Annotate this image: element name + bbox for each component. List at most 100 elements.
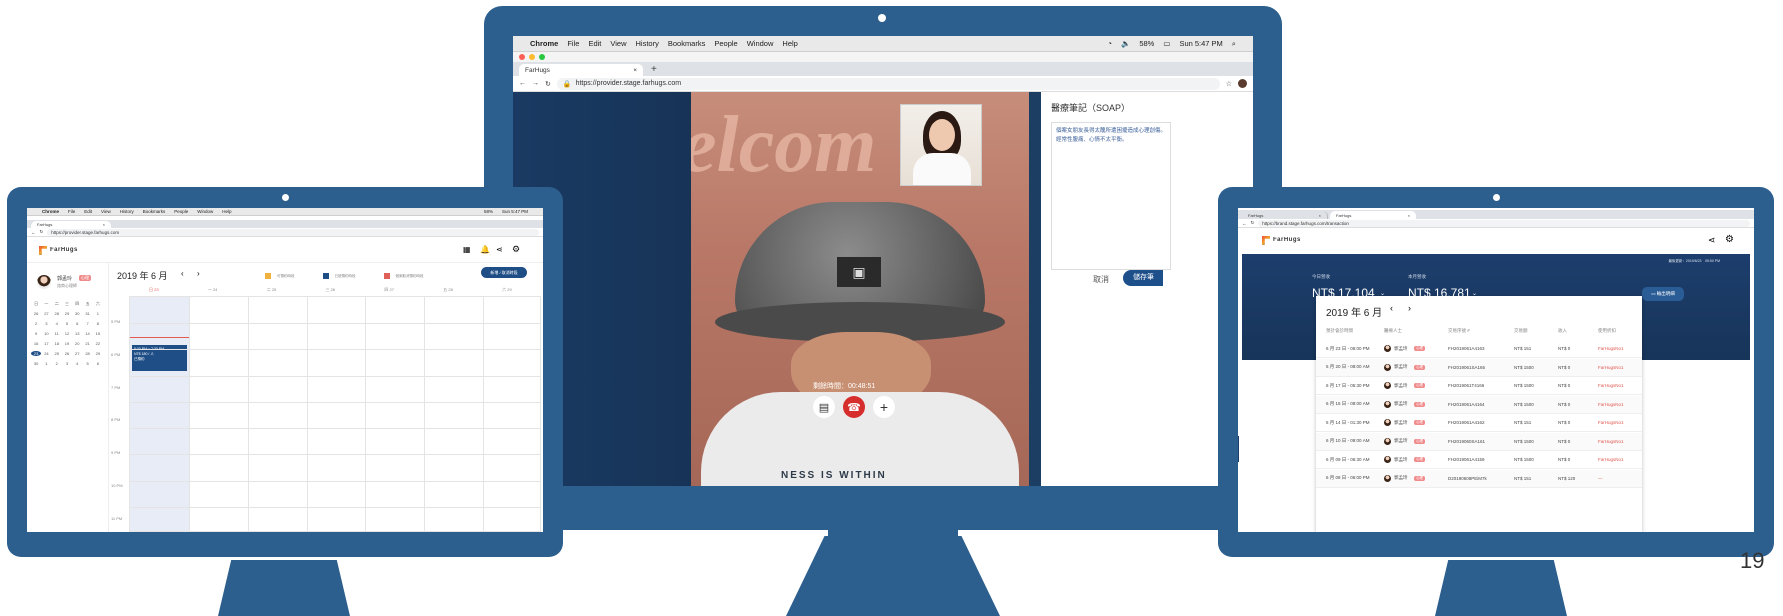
mini-calendar-day[interactable]: 21: [82, 341, 92, 346]
back-icon[interactable]: ←: [1242, 221, 1247, 226]
mini-calendar-day[interactable]: 27: [41, 311, 51, 316]
mini-calendar-day[interactable]: 13: [72, 331, 82, 336]
menu-bookmarks[interactable]: Bookmarks: [668, 39, 706, 48]
reload-icon[interactable]: ↻: [1251, 220, 1255, 226]
mini-calendar-day[interactable]: 4: [72, 361, 82, 366]
mini-calendar-day[interactable]: 30: [72, 311, 82, 316]
add-button[interactable]: +: [873, 396, 895, 418]
mini-calendar-day[interactable]: 6: [72, 321, 82, 326]
mini-calendar-day[interactable]: 29: [62, 311, 72, 316]
gear-icon[interactable]: ⚙: [512, 244, 520, 255]
mini-calendar-day[interactable]: 2: [31, 321, 41, 326]
star-icon[interactable]: ☆: [1226, 80, 1232, 88]
back-icon[interactable]: ←: [519, 80, 526, 87]
prev-month-button[interactable]: ‹: [181, 269, 184, 278]
doctor-pip-video[interactable]: [900, 104, 982, 186]
menu-history[interactable]: History: [636, 39, 659, 48]
close-window-button[interactable]: [519, 54, 525, 60]
hangup-button[interactable]: ☎: [843, 396, 865, 418]
close-tab-icon[interactable]: ×: [1408, 213, 1410, 218]
mini-calendar-day[interactable]: 11: [52, 331, 62, 336]
share-icon[interactable]: ⋖: [1708, 235, 1716, 246]
close-tab-icon[interactable]: ×: [633, 67, 637, 74]
menu-edit[interactable]: Edit: [84, 209, 92, 214]
url-field[interactable]: https://brand.stage.farhugs.com/transact…: [1258, 219, 1750, 227]
menu-help[interactable]: Help: [782, 39, 797, 48]
browser-tab-2[interactable]: FarHugs ×: [1330, 211, 1416, 219]
clock[interactable]: Sun 5:47 PM: [502, 209, 528, 214]
url-field[interactable]: 🔒 https://provider.stage.farhugs.com: [556, 77, 1220, 90]
day-header[interactable]: 二 25: [267, 287, 277, 293]
mini-calendar-day[interactable]: 5: [82, 361, 92, 366]
menu-edit[interactable]: Edit: [588, 39, 601, 48]
mini-calendar-day[interactable]: 30: [31, 361, 41, 366]
mini-calendar-day[interactable]: 12: [62, 331, 72, 336]
day-header[interactable]: 五 28: [443, 287, 453, 293]
share-icon[interactable]: ⋖: [496, 245, 503, 254]
reload-icon[interactable]: ↻: [40, 229, 44, 235]
search-icon[interactable]: ⌕: [1232, 39, 1236, 49]
mini-calendar-day[interactable]: 23: [31, 351, 42, 356]
menu-view[interactable]: View: [610, 39, 626, 48]
mini-calendar-day[interactable]: 28: [82, 351, 92, 356]
document-button[interactable]: ▤: [813, 396, 835, 418]
mini-calendar-day[interactable]: 9: [31, 331, 41, 336]
add-slot-button[interactable]: 新增 / 取消時段: [481, 267, 527, 278]
gear-icon[interactable]: ⚙: [1725, 234, 1734, 245]
url-field[interactable]: https://provider.stage.farhugs.com: [47, 228, 539, 236]
table-row[interactable]: 6 月 08 日 - 06:00 PM 郭孟玲 心理 D20190608PEiM7k N…: [1316, 469, 1642, 488]
mini-calendar-day[interactable]: 1: [41, 361, 51, 366]
calendar-icon[interactable]: ▦: [463, 245, 471, 254]
close-tab-icon[interactable]: ×: [1319, 213, 1321, 218]
mini-calendar-day[interactable]: 19: [62, 341, 72, 346]
day-header[interactable]: 四 27: [384, 287, 394, 293]
mini-calendar-day[interactable]: 16: [31, 341, 41, 346]
forward-icon[interactable]: →: [532, 80, 539, 87]
mini-calendar-day[interactable]: 26: [62, 351, 72, 356]
menu-people[interactable]: People: [714, 39, 737, 48]
week-grid[interactable]: 5:30 PM ~ 7:30 PM NT$ 180 / 人 已預約: [129, 296, 541, 532]
menu-file[interactable]: File: [68, 209, 75, 214]
next-month-button[interactable]: ›: [1408, 303, 1411, 313]
mini-calendar-day[interactable]: 25: [52, 351, 62, 356]
mini-calendar-day[interactable]: 27: [72, 351, 82, 356]
mini-calendar-day[interactable]: 28: [52, 311, 62, 316]
next-month-button[interactable]: ›: [197, 269, 200, 278]
mini-calendar-day[interactable]: 14: [82, 331, 92, 336]
zoom-window-button[interactable]: [539, 54, 545, 60]
mini-calendar-day[interactable]: 7: [82, 321, 92, 326]
browser-tab[interactable]: FarHugs ×: [31, 221, 111, 228]
notes-textarea[interactable]: 個案女朋友長得太醜所遭困擾造成心理創傷。經常性腹痛、心情不太平衡。: [1051, 122, 1171, 270]
mini-calendar-day[interactable]: 3: [41, 321, 51, 326]
table-row[interactable]: 6 月 10 日 - 09:00 AM 郭孟玲 心理 FH2019060SA161 NT…: [1316, 432, 1642, 451]
table-row[interactable]: 6 月 15 日 - 08:00 AM 郭孟玲 心理 FH2019061A4164 NT…: [1316, 395, 1642, 414]
menu-chrome[interactable]: Chrome: [530, 39, 558, 48]
minimize-window-button[interactable]: [529, 54, 535, 60]
avatar[interactable]: [37, 275, 51, 289]
menu-file[interactable]: File: [567, 39, 579, 48]
mini-calendar-day[interactable]: 17: [41, 341, 51, 346]
table-row[interactable]: 6 月 09 日 - 06:30 AM 郭孟玲 心理 FH2019061A4159 NT…: [1316, 451, 1642, 469]
menu-history[interactable]: History: [120, 209, 134, 214]
volume-icon[interactable]: 🔈: [1121, 39, 1130, 48]
clock[interactable]: Sun 5:47 PM: [1179, 39, 1222, 48]
save-notes-button[interactable]: 儲存筆: [1123, 270, 1163, 286]
mini-calendar-day[interactable]: 5: [62, 321, 72, 326]
mini-calendar-day[interactable]: 8: [93, 321, 103, 326]
mini-calendar-day[interactable]: 1: [93, 311, 103, 316]
table-row[interactable]: 6 月 17 日 - 05:30 PM 郭孟玲 心理 FH2019061T4166 NT…: [1316, 377, 1642, 395]
menu-help[interactable]: Help: [222, 209, 231, 214]
mini-calendar-day[interactable]: 26: [31, 311, 41, 316]
menu-people[interactable]: People: [174, 209, 188, 214]
mini-calendar-day[interactable]: 3: [62, 361, 72, 366]
day-header[interactable]: 日 23: [149, 287, 159, 293]
menu-window[interactable]: Window: [747, 39, 774, 48]
profile-avatar[interactable]: [1238, 79, 1247, 88]
day-header[interactable]: 三 26: [326, 287, 336, 293]
mini-calendar-day[interactable]: 18: [52, 341, 62, 346]
day-header[interactable]: 一 24: [208, 287, 218, 293]
export-button[interactable]: ▭ 輸出明細: [1642, 287, 1684, 301]
mini-calendar-day[interactable]: 29: [93, 351, 103, 356]
mini-calendar-day[interactable]: 2: [52, 361, 62, 366]
mini-calendar-day[interactable]: 4: [52, 321, 62, 326]
